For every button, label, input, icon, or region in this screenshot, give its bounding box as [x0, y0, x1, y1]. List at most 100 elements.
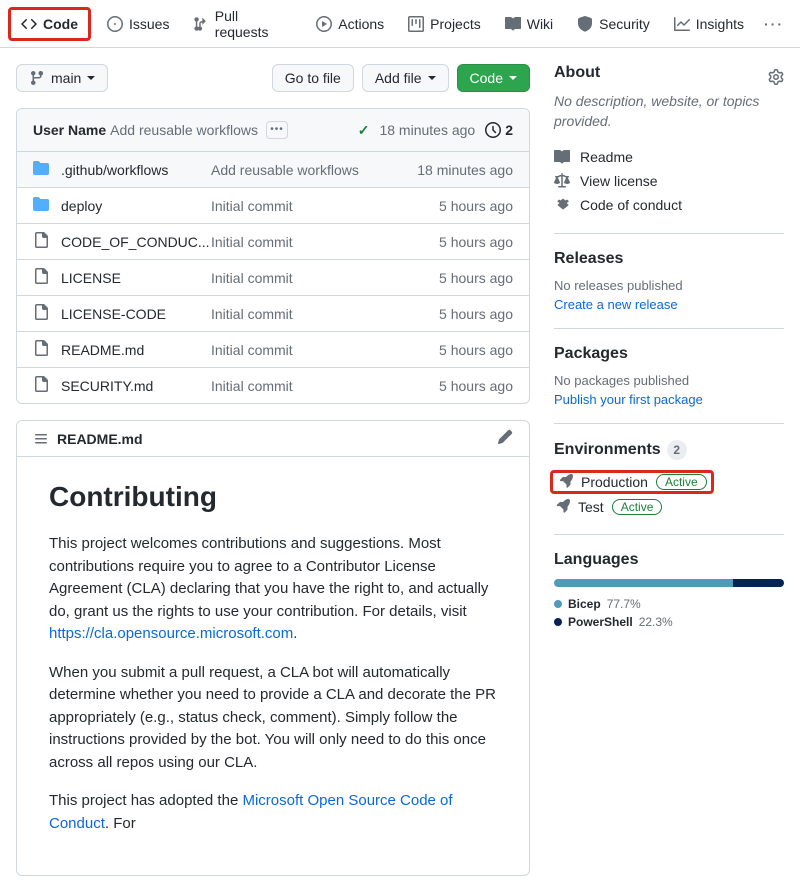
tab-code[interactable]: Code	[8, 7, 91, 41]
project-icon	[408, 16, 424, 32]
edit-readme-button[interactable]	[497, 429, 513, 448]
graph-icon	[674, 16, 690, 32]
file-commit-message[interactable]: Initial commit	[211, 342, 439, 358]
file-name[interactable]: .github/workflows	[61, 162, 211, 178]
lang-segment-bicep	[554, 579, 733, 587]
file-icon	[33, 268, 49, 284]
branch-select-button[interactable]: main	[16, 64, 108, 92]
file-toolbar: main Go to file Add file Code	[16, 64, 530, 92]
tab-actions[interactable]: Actions	[304, 8, 396, 40]
tab-insights[interactable]: Insights	[662, 8, 756, 40]
go-to-file-button[interactable]: Go to file	[272, 64, 354, 92]
languages-bar	[554, 579, 784, 587]
file-commit-message[interactable]: Add reusable workflows	[211, 162, 417, 178]
file-commit-time: 5 hours ago	[439, 306, 513, 322]
environment-test[interactable]: Test Active	[554, 496, 784, 518]
file-row: .github/workflowsAdd reusable workflows1…	[17, 152, 529, 187]
readme-heading: Contributing	[49, 481, 497, 513]
commit-author[interactable]: User Name	[33, 122, 106, 138]
pencil-icon	[497, 429, 513, 445]
tab-code-label: Code	[43, 16, 78, 32]
file-name[interactable]: LICENSE	[61, 270, 211, 286]
caret-down-icon	[87, 76, 95, 80]
list-icon	[33, 431, 49, 447]
file-commit-message[interactable]: Initial commit	[211, 306, 439, 322]
file-name[interactable]: SECURITY.md	[61, 378, 211, 394]
active-badge: Active	[612, 499, 663, 515]
code-download-button[interactable]: Code	[457, 64, 530, 92]
cla-link[interactable]: https://cla.opensource.microsoft.com	[49, 625, 293, 642]
file-name[interactable]: CODE_OF_CONDUC...	[61, 234, 211, 250]
file-commit-message[interactable]: Initial commit	[211, 270, 439, 286]
shield-icon	[577, 16, 593, 32]
readme-paragraph: When you submit a pull request, a CLA bo…	[49, 662, 497, 775]
check-icon[interactable]: ✓	[358, 122, 370, 139]
language-bicep[interactable]: Bicep77.7%	[554, 597, 784, 611]
file-row: SECURITY.mdInitial commit5 hours ago	[17, 367, 529, 403]
about-description: No description, website, or topics provi…	[554, 92, 784, 131]
tab-pulls-label: Pull requests	[215, 8, 292, 40]
law-icon	[554, 173, 570, 189]
packages-title: Packages	[554, 345, 784, 363]
readme-header: README.md	[17, 421, 529, 457]
releases-section: Releases No releases published Create a …	[554, 250, 784, 329]
code-icon	[21, 16, 37, 32]
rocket-icon	[554, 499, 570, 515]
file-commit-time: 5 hours ago	[439, 270, 513, 286]
rocket-icon	[557, 474, 573, 490]
latest-commit-bar: User Name Add reusable workflows ••• ✓ 1…	[17, 109, 529, 152]
conduct-icon	[554, 197, 570, 213]
pull-request-icon	[193, 16, 208, 32]
caret-down-icon	[509, 76, 517, 80]
file-row: deployInitial commit5 hours ago	[17, 187, 529, 223]
file-name[interactable]: README.md	[61, 342, 211, 358]
sidebar: About No description, website, or topics…	[554, 64, 784, 665]
commit-message[interactable]: Add reusable workflows	[110, 122, 258, 138]
about-section: About No description, website, or topics…	[554, 64, 784, 234]
add-file-button[interactable]: Add file	[362, 64, 449, 92]
readme-filename[interactable]: README.md	[57, 431, 143, 447]
tab-insights-label: Insights	[696, 16, 744, 32]
file-icon	[33, 232, 49, 248]
license-link[interactable]: View license	[554, 169, 784, 193]
file-icon	[33, 304, 49, 320]
tab-wiki[interactable]: Wiki	[493, 8, 565, 40]
file-name[interactable]: LICENSE-CODE	[61, 306, 211, 322]
tab-security[interactable]: Security	[565, 8, 662, 40]
book-icon	[554, 149, 570, 165]
commit-detail-toggle[interactable]: •••	[266, 121, 288, 139]
tab-wiki-label: Wiki	[527, 16, 553, 32]
file-commit-message[interactable]: Initial commit	[211, 198, 439, 214]
tabs-overflow-menu[interactable]: ···	[756, 8, 792, 40]
play-icon	[316, 16, 332, 32]
commit-time[interactable]: 18 minutes ago	[379, 122, 475, 138]
history-icon	[485, 122, 501, 138]
environment-production[interactable]: Production Active	[550, 470, 714, 494]
branch-name: main	[51, 70, 81, 86]
tab-issues[interactable]: Issues	[95, 8, 181, 40]
file-listing: User Name Add reusable workflows ••• ✓ 1…	[16, 108, 530, 404]
repo-tabs: Code Issues Pull requests Actions Projec…	[0, 0, 800, 48]
about-settings-button[interactable]	[768, 69, 784, 88]
file-commit-time: 18 minutes ago	[417, 162, 513, 178]
create-release-link[interactable]: Create a new release	[554, 297, 784, 312]
tab-issues-label: Issues	[129, 16, 169, 32]
commit-history-link[interactable]: 2	[485, 122, 513, 138]
tab-pull-requests[interactable]: Pull requests	[181, 0, 304, 48]
lang-dot-icon	[554, 600, 562, 608]
releases-title: Releases	[554, 250, 784, 268]
language-powershell[interactable]: PowerShell22.3%	[554, 615, 784, 629]
readme-link[interactable]: Readme	[554, 145, 784, 169]
file-commit-time: 5 hours ago	[439, 198, 513, 214]
tab-security-label: Security	[599, 16, 650, 32]
file-row: README.mdInitial commit5 hours ago	[17, 331, 529, 367]
file-icon	[33, 376, 49, 392]
file-commit-message[interactable]: Initial commit	[211, 234, 439, 250]
book-icon	[505, 16, 521, 32]
code-of-conduct-sidebar-link[interactable]: Code of conduct	[554, 193, 784, 217]
file-commit-message[interactable]: Initial commit	[211, 378, 439, 394]
publish-package-link[interactable]: Publish your first package	[554, 392, 784, 407]
tab-projects[interactable]: Projects	[396, 8, 493, 40]
branch-icon	[29, 70, 45, 86]
file-name[interactable]: deploy	[61, 198, 211, 214]
